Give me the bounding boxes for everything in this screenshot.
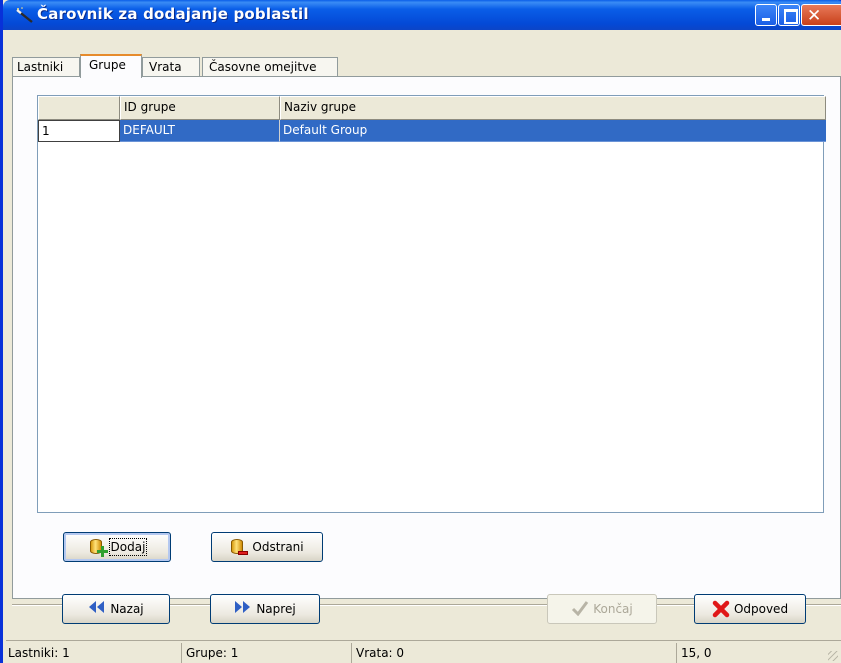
window-title: Čarovnik za dodajanje poblastil <box>37 5 309 23</box>
wand-icon <box>15 7 33 23</box>
status-groups: Grupe: 1 <box>181 643 351 663</box>
close-button[interactable]: ✕ <box>801 4 841 26</box>
grid-header: ID grupe Naziv grupe <box>38 96 827 120</box>
client-area: Lastniki Grupe Vrata Časovne omejitve ID… <box>6 30 841 663</box>
cell-naziv-grupe[interactable]: Default Group <box>280 120 826 142</box>
header-naziv-grupe[interactable]: Naziv grupe <box>280 96 826 120</box>
red-x-icon <box>712 600 730 618</box>
tab-casovne-omejitve[interactable]: Časovne omejitve <box>202 57 338 77</box>
maximize-button[interactable] <box>778 4 800 26</box>
tab-panel-grupe: ID grupe Naziv grupe 1 DEFAULT Default G… <box>12 76 841 599</box>
next-button[interactable]: Naprej <box>210 594 320 624</box>
finish-button[interactable]: Končaj <box>547 594 657 624</box>
header-rownum[interactable] <box>38 96 120 120</box>
groups-grid[interactable]: ID grupe Naziv grupe 1 DEFAULT Default G… <box>37 95 827 513</box>
resize-grip[interactable] <box>828 651 838 661</box>
cancel-button[interactable]: Odpoved <box>694 594 806 624</box>
cell-id-grupe[interactable]: DEFAULT <box>120 120 280 142</box>
checkmark-icon <box>571 600 589 618</box>
status-owners: Lastniki: 1 <box>8 646 70 660</box>
minimize-button[interactable] <box>755 4 777 26</box>
database-add-icon <box>89 538 108 557</box>
back-button[interactable]: Nazaj <box>62 594 170 624</box>
close-icon: ✕ <box>807 6 822 26</box>
fast-forward-icon <box>234 600 252 618</box>
add-button[interactable]: Dodaj <box>63 532 171 562</box>
table-row[interactable]: 1 DEFAULT Default Group <box>38 120 827 142</box>
title-bar[interactable]: Čarovnik za dodajanje poblastil ✕ <box>3 0 841 30</box>
tab-grupe[interactable]: Grupe <box>80 54 142 78</box>
status-coords: 15, 0 <box>676 643 841 663</box>
row-number[interactable]: 1 <box>38 120 120 142</box>
rewind-icon <box>88 600 106 618</box>
database-remove-icon <box>230 538 249 556</box>
remove-button[interactable]: Odstrani <box>211 532 323 562</box>
tab-lastniki[interactable]: Lastniki <box>12 57 80 77</box>
status-doors: Vrata: 0 <box>351 643 676 663</box>
status-bar: Lastniki: 1 Grupe: 1 Vrata: 0 15, 0 <box>6 640 841 663</box>
wizard-window: Čarovnik za dodajanje poblastil ✕ Lastni… <box>0 0 841 663</box>
header-id-grupe[interactable]: ID grupe <box>120 96 280 120</box>
tab-vrata[interactable]: Vrata <box>142 57 200 77</box>
